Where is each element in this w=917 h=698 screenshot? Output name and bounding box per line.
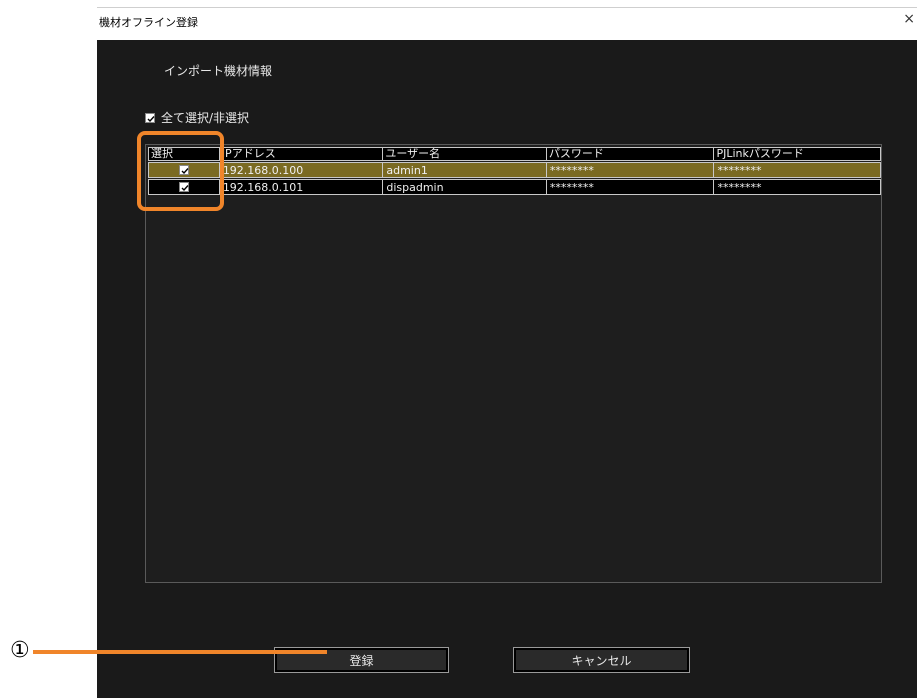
header-user: ユーザー名 (382, 148, 546, 160)
row-password: ******** (545, 163, 714, 177)
row-ip: 192.168.0.100 (218, 163, 383, 177)
device-table: 選択 IPアドレス ユーザー名 パスワード PJLinkパスワード 192.16… (145, 144, 882, 583)
row-pjlink: ******** (713, 180, 880, 194)
table-row[interactable]: 192.168.0.101 dispadmin ******** *******… (148, 179, 881, 195)
row-user: admin1 (382, 163, 546, 177)
select-all-checkbox[interactable]: 全て選択/非選択 (145, 109, 249, 126)
row-password: ******** (545, 180, 714, 194)
table-row[interactable]: 192.168.0.100 admin1 ******** ******** (148, 162, 881, 178)
title-bar: 機材オフライン登録 × (97, 7, 917, 40)
table-header: 選択 IPアドレス ユーザー名 パスワード PJLinkパスワード (148, 147, 881, 161)
checkbox-icon[interactable] (145, 112, 155, 123)
highlight-frame (137, 131, 224, 211)
row-pjlink: ******** (713, 163, 880, 177)
close-icon[interactable]: × (903, 11, 915, 27)
header-ip: IPアドレス (218, 148, 383, 160)
row-user: dispadmin (382, 180, 546, 194)
section-title: インポート機材情報 (164, 64, 273, 78)
header-pjlink: PJLinkパスワード (713, 148, 880, 160)
row-ip: 192.168.0.101 (218, 180, 383, 194)
offline-register-dialog: 機材オフライン登録 × インポート機材情報 全て選択/非選択 選択 IPアドレス… (97, 7, 917, 698)
cancel-button[interactable]: キャンセル (513, 647, 690, 673)
callout-line (33, 650, 327, 654)
select-all-label: 全て選択/非選択 (161, 111, 250, 125)
header-password: パスワード (545, 148, 714, 160)
callout-number: ① (10, 638, 30, 663)
window-title: 機材オフライン登録 (99, 16, 198, 29)
